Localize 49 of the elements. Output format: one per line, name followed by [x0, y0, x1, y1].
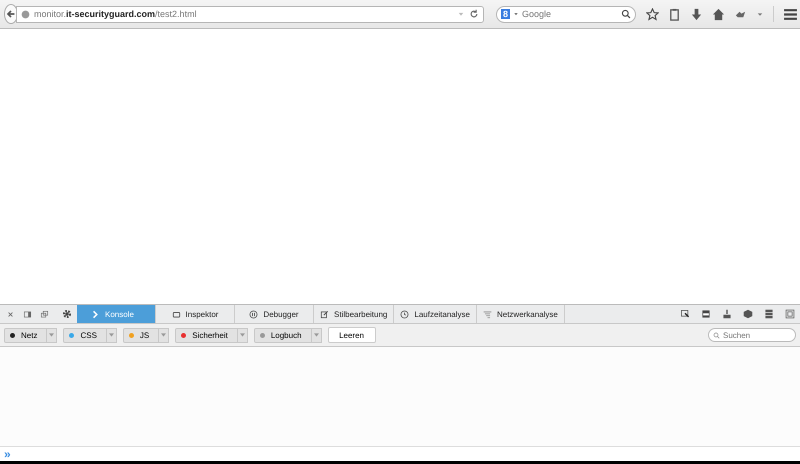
star-icon[interactable] [646, 8, 659, 20]
paintbrush-icon[interactable] [722, 309, 732, 319]
search-icon[interactable] [621, 9, 631, 19]
filter-button[interactable]: JS [122, 328, 160, 342]
devtools-tab[interactable]: Debugger [235, 305, 314, 323]
devtools-tab[interactable]: Stilbearbeitung [314, 305, 394, 323]
filter-button[interactable]: Netz [4, 328, 48, 342]
caret-icon [108, 333, 114, 337]
dropdown-icon[interactable] [513, 11, 520, 17]
grid-icon[interactable] [764, 309, 774, 319]
dock-side-icon[interactable] [23, 310, 32, 318]
devtools-tab[interactable]: Inspektor [156, 305, 235, 323]
caret-icon [240, 333, 245, 337]
lines-icon [482, 310, 492, 318]
window-icon[interactable] [40, 310, 49, 318]
split-console-icon[interactable] [701, 309, 711, 319]
clear-button[interactable]: Leeren [328, 327, 376, 343]
caret-icon [49, 333, 54, 337]
menu-icon[interactable] [783, 6, 798, 22]
filter-button[interactable]: Logbuch [254, 328, 312, 342]
filter-button[interactable]: CSS [63, 328, 107, 342]
prompt-icon: » [4, 447, 11, 461]
box-icon [172, 310, 181, 318]
clock-icon [400, 310, 410, 318]
cube-icon[interactable] [743, 309, 753, 319]
search-field[interactable]: 8 Google [496, 6, 636, 22]
search-field[interactable]: Suchen [708, 328, 796, 342]
pause-icon [249, 310, 258, 318]
clipboard-icon[interactable] [668, 8, 681, 20]
chevron-icon [91, 310, 100, 318]
caret-icon [161, 333, 166, 337]
url-text: monitor.it-securityguard.com/test2.html [34, 9, 198, 19]
caret-icon [314, 333, 319, 337]
search-icon [713, 332, 720, 338]
globe-icon [21, 10, 30, 18]
pick-element-icon[interactable] [680, 309, 690, 319]
devtools-tab[interactable]: Laufzeitanalyse [394, 305, 477, 323]
close-icon[interactable] [6, 310, 15, 318]
settings-icon[interactable] [61, 308, 73, 320]
edit-icon [320, 310, 329, 318]
devtools-tab[interactable]: Netzwerkanalyse [476, 305, 565, 323]
download-icon[interactable] [690, 8, 703, 20]
filter-button[interactable]: Sicherheit [175, 328, 238, 342]
arrow-left-icon [5, 8, 17, 20]
frame-icon[interactable] [785, 309, 795, 319]
reload-icon[interactable] [469, 9, 479, 19]
engine-letter[interactable]: 8 [501, 9, 510, 19]
address-field[interactable]: monitor.it-securityguard.com/test2.html [16, 6, 484, 22]
home-icon[interactable] [712, 8, 725, 20]
